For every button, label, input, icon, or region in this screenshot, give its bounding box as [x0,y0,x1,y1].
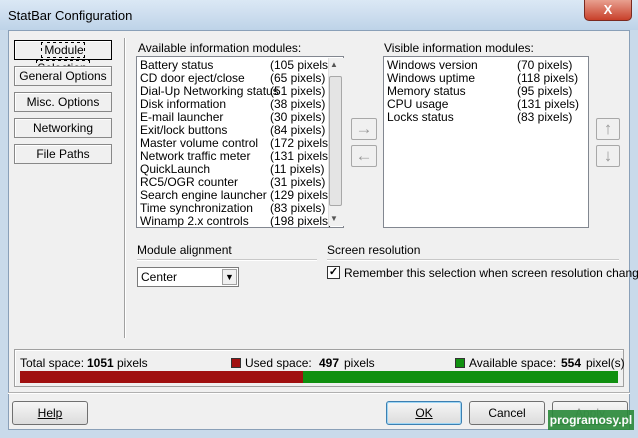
button-separator [8,392,630,394]
add-module-button[interactable]: → [351,118,377,140]
used-color-swatch [231,358,241,368]
check-icon: ✓ [328,266,339,278]
module-name: Winamp 2.x controls [140,214,249,228]
arrow-down-icon: ↓ [603,146,613,165]
tab-networking[interactable]: Networking [14,118,112,138]
available-list[interactable]: Battery status (105 pixels) CD door eject/… [136,56,344,228]
arrow-left-icon: ← [355,146,373,165]
used-space-label: Used space: [245,356,312,370]
scroll-up-icon[interactable]: ▲ [330,60,338,69]
scroll-down-icon[interactable]: ▼ [330,214,338,223]
tab-misc-options[interactable]: Misc. Options [14,92,112,112]
list-item[interactable]: Locks status (83 pixels) [384,111,588,124]
close-button[interactable]: X [584,0,632,21]
total-space-value: 1051 [87,356,114,370]
module-size: (198 pixels) [270,214,333,228]
available-space-value: 554 [561,356,582,370]
remove-module-button[interactable]: ← [351,145,377,167]
arrow-right-icon: → [355,119,373,138]
total-space-unit: pixels [117,356,148,370]
available-color-swatch [455,358,465,368]
tab-file-paths[interactable]: File Paths [14,144,112,164]
available-heading: Available information modules: [138,41,302,55]
available-space-unit: pixel(s) [586,356,625,370]
total-space-label: Total space: [20,356,85,370]
resolution-label: Screen resolution [327,243,421,257]
scrollbar-thumb[interactable] [329,76,342,206]
cancel-button[interactable]: Cancel [469,401,545,425]
used-space-unit: pixels [344,356,375,370]
module-name: Locks status [387,110,454,124]
help-button[interactable]: Help [12,401,88,425]
list-item[interactable]: Winamp 2.x controls (198 pixels) [137,215,343,228]
resolution-divider [327,259,619,261]
ok-label: OK [415,406,433,420]
help-label: Help [37,406,63,420]
tab-module-selection[interactable]: Module Selection [14,40,112,76]
available-space-bar [303,371,618,383]
visible-list[interactable]: Windows version (70 pixels) Windows uptime… [383,56,589,228]
alignment-divider [137,259,317,261]
visible-heading: Visible information modules: [384,41,534,55]
available-space-label: Available space: [469,356,557,370]
ok-button[interactable]: OK [386,401,462,425]
arrow-up-icon: ↑ [603,119,613,138]
used-space-bar [20,371,303,383]
module-size: (83 pixels) [517,110,573,124]
window-title: StatBar Configuration [8,8,133,23]
move-up-button[interactable]: ↑ [596,118,620,140]
remember-resolution-checkbox[interactable]: ✓ [327,266,340,279]
used-space-value: 497 [319,356,340,370]
tab-general-options[interactable]: General Options [14,66,112,86]
watermark-logo: programosy.pl [548,410,634,430]
alignment-select[interactable]: Center ▼ [137,267,239,287]
move-down-button[interactable]: ↓ [596,145,620,167]
alignment-value: Center [141,270,178,284]
remember-resolution-label[interactable]: Remember this selection when screen reso… [344,266,638,280]
chevron-down-icon[interactable]: ▼ [222,269,237,285]
alignment-label: Module alignment [137,243,232,257]
